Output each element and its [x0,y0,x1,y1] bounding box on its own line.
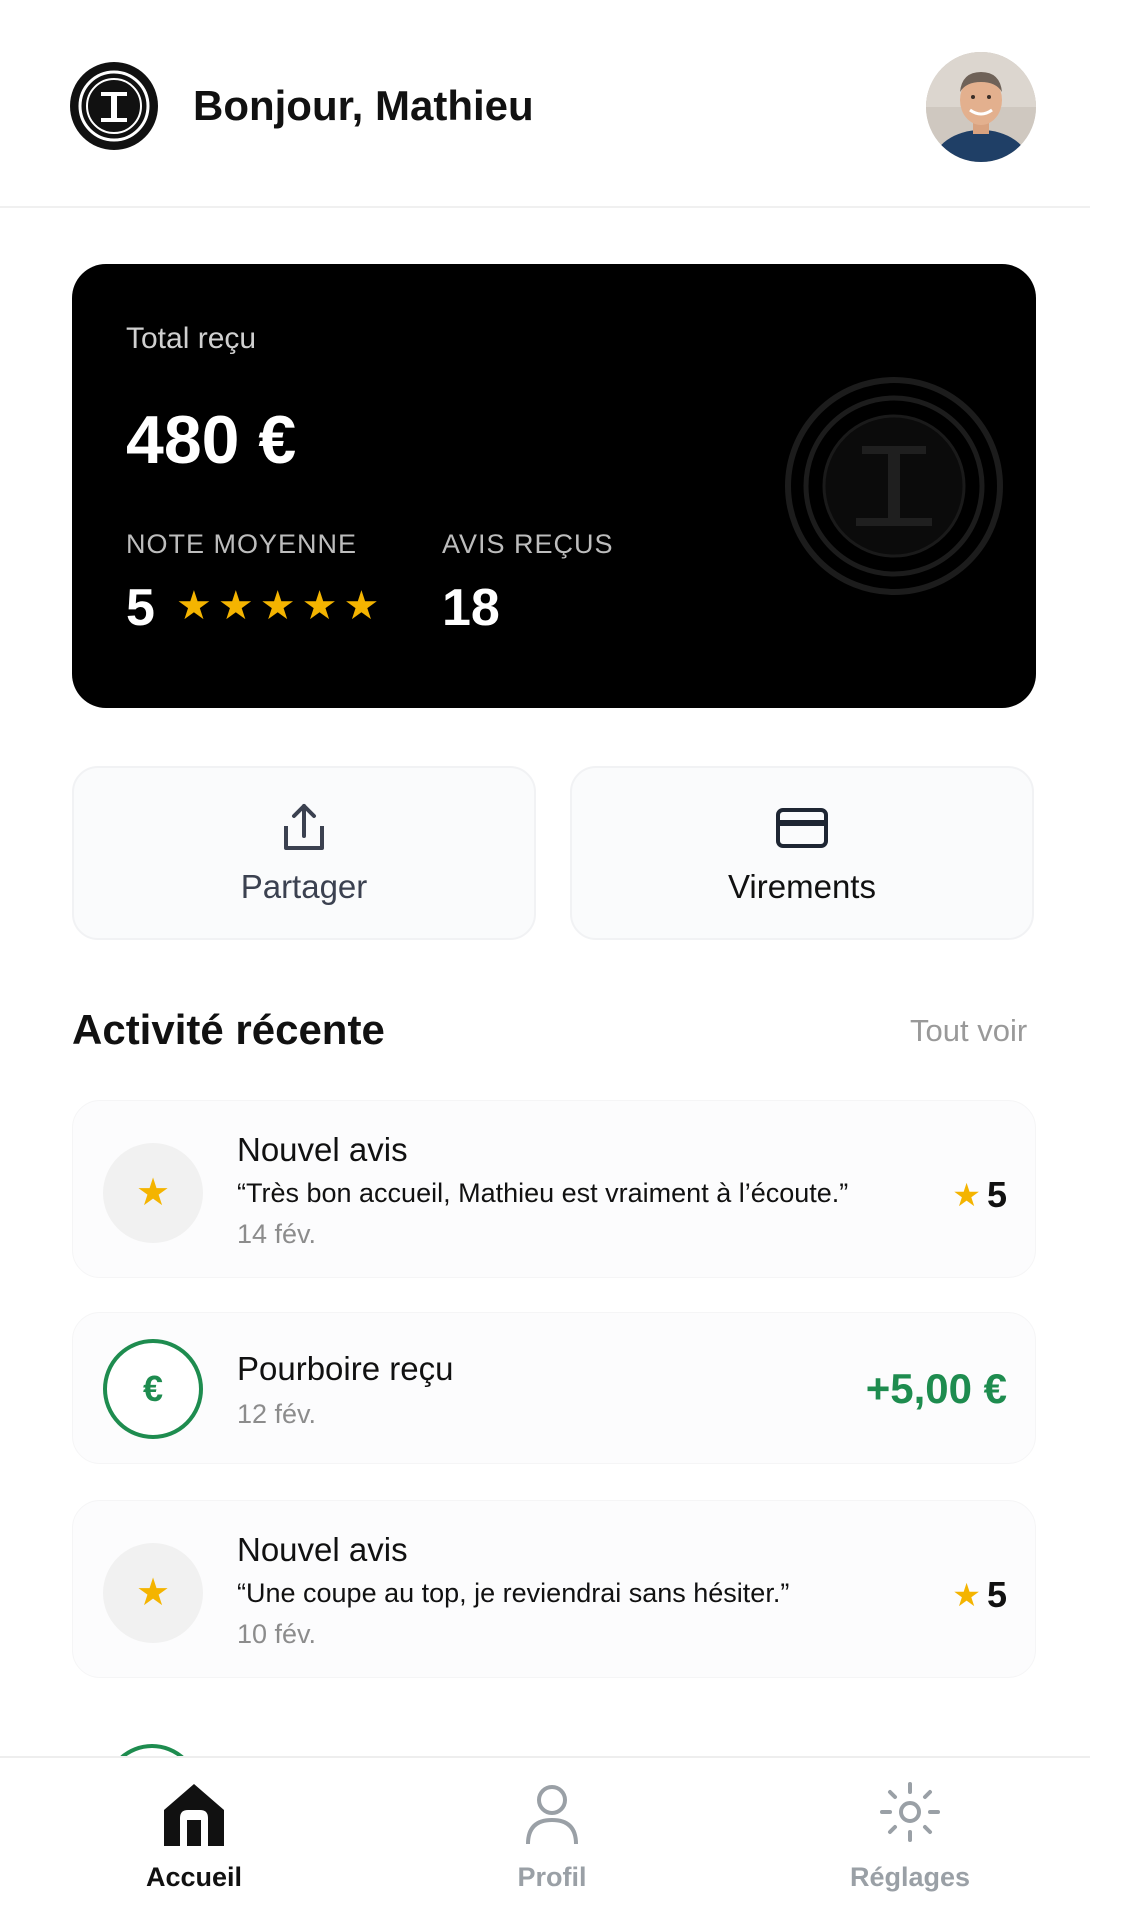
home-icon [164,1784,224,1846]
nav-settings[interactable]: Réglages [810,1776,1010,1893]
transfers-button-label: Virements [728,868,876,905]
total-received-value: 480 € [126,402,297,478]
star-icon: ★ [343,584,380,628]
card-icon [776,808,828,848]
star-icon: ★ [176,584,212,628]
average-rating-label: NOTE MOYENNE [126,529,358,559]
review-rating: ★ 5 [952,1174,1007,1216]
star-icon: ★ [217,584,254,628]
brand-watermark-icon [785,377,1003,595]
transfers-button[interactable]: Virements [570,766,1034,940]
nav-home[interactable]: Accueil [94,1776,294,1893]
activity-date: 14 fév. [237,1219,317,1249]
average-rating-stars: ★ ★ ★ ★ ★ [176,586,379,626]
review-rating-value: 5 [986,1574,1007,1615]
nav-home-label: Accueil [145,1862,243,1892]
activity-item-review[interactable]: ★ Nouvel avis “Une coupe au top, je revi… [72,1500,1036,1678]
avatar[interactable] [926,52,1036,162]
average-rating-value: 5 [126,579,155,637]
profile-icon [526,1785,578,1845]
settings-sun-icon [880,1782,940,1842]
recent-activity-title: Activité récente [72,1006,385,1053]
reviews-received-value: 18 [442,579,500,637]
review-quote: “Une coupe au top, je reviendrai sans hé… [237,1578,790,1608]
review-rating: ★ 5 [952,1574,1007,1616]
review-quote: “Très bon accueil, Mathieu est vraiment … [237,1178,849,1208]
star-icon: ★ [952,1577,981,1613]
activity-title: Nouvel avis [237,1531,408,1568]
activity-title: Pourboire reçu [237,1350,454,1387]
star-icon: ★ [301,584,338,628]
euro-icon: € [103,1339,203,1439]
app-screen: Bonjour, Mathieu Total reçu 480 € NOTE M… [0,0,1143,1926]
greeting-title: Bonjour, Mathieu [193,82,534,129]
see-all-link[interactable]: Tout voir [910,1013,1027,1049]
bottom-navigation: Accueil Profil Réglages [0,1756,1090,1926]
reviews-received-label: AVIS REÇUS [442,529,614,559]
nav-profile-label: Profil [517,1862,587,1892]
star-icon: ★ [259,584,296,628]
share-upload-icon [284,804,324,850]
tip-amount: +5,00 € [865,1365,1007,1412]
activity-title: Nouvel avis [237,1131,408,1168]
nav-profile[interactable]: Profil [452,1776,652,1893]
review-star-icon: ★ [103,1143,203,1243]
review-star-icon: ★ [103,1543,203,1643]
activity-date: 10 fév. [237,1619,317,1649]
activity-date: 12 fév. [237,1399,317,1429]
header: Bonjour, Mathieu [0,0,1090,208]
review-rating-value: 5 [986,1174,1007,1215]
share-button[interactable]: Partager [72,766,536,940]
star-icon: ★ [952,1177,981,1213]
activity-item-tip[interactable]: € Pourboire reçu 12 fév. +5,00 € [72,1312,1036,1464]
brand-logo-icon [70,62,158,150]
total-received-label: Total reçu [126,322,257,355]
activity-item-review[interactable]: ★ Nouvel avis “Très bon accueil, Mathieu… [72,1100,1036,1278]
share-button-label: Partager [240,868,368,905]
summary-card: Total reçu 480 € NOTE MOYENNE 5 ★ ★ ★ ★ … [72,264,1036,708]
nav-settings-label: Réglages [849,1862,971,1892]
